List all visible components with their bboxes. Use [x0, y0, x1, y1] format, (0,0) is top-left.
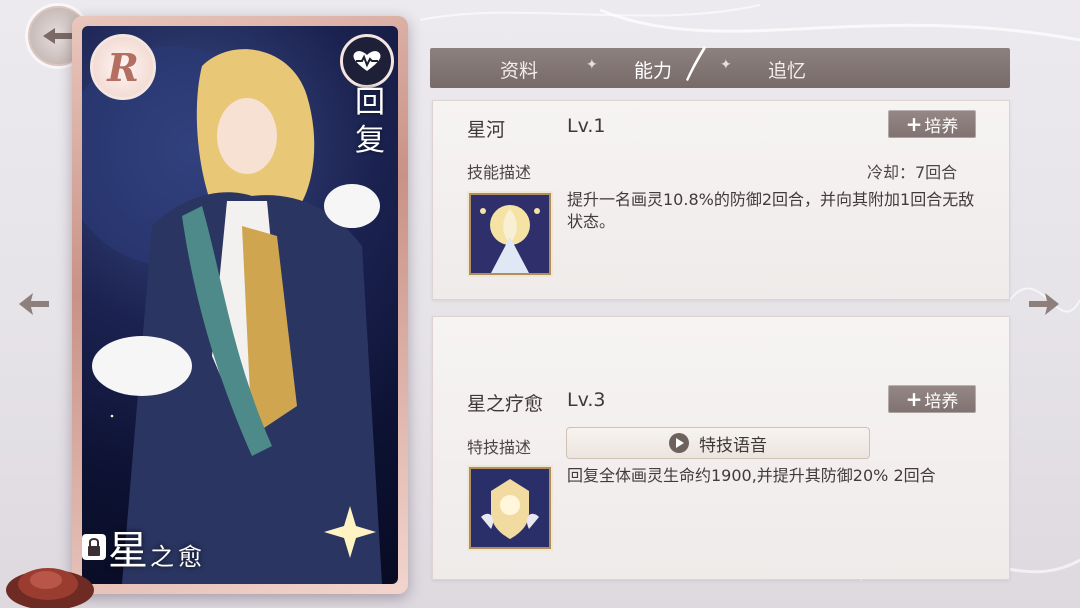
- skill-name: 星河: [467, 119, 506, 141]
- next-card-button[interactable]: [1026, 286, 1062, 322]
- skill-description: 提升一名画灵10.8%的防御2回合，并向其附加1回合无敌状态。: [567, 190, 975, 231]
- plus-icon: +: [905, 112, 923, 136]
- tab-separator: ✦: [720, 57, 732, 73]
- skill-train-button[interactable]: + 培养: [888, 110, 976, 138]
- tab-memories[interactable]: 追忆: [768, 56, 806, 83]
- card-name-part3: 愈: [178, 543, 202, 571]
- skill-panel: 星河 Lv.1 + 培养 技能描述 冷却：7回合 提升一名画灵10.8%的防御2…: [432, 100, 1010, 300]
- tab-separator: ✦: [586, 57, 598, 73]
- tab-bar: 资料 ✦ 能力 ✦ 追忆: [430, 46, 1010, 88]
- card-name-part2: 之: [150, 543, 174, 571]
- special-level: Lv.3: [567, 389, 606, 411]
- special-name: 星之疗愈: [467, 393, 544, 415]
- special-desc-label: 特技描述: [467, 438, 532, 457]
- play-icon: [669, 433, 689, 453]
- skill-desc-label: 技能描述: [467, 163, 532, 182]
- skill-icon: [469, 193, 551, 275]
- special-description: 回复全体画灵生命约1900,并提升其防御20% 2回合: [567, 466, 936, 485]
- skill-train-label: 培养: [924, 116, 959, 137]
- special-train-button[interactable]: + 培养: [888, 385, 976, 413]
- card-name-part1: 星: [108, 528, 148, 574]
- character-card[interactable]: R 回 复 星 之 愈: [72, 16, 408, 594]
- left-arrow-icon: [19, 293, 49, 315]
- role-label: 回 复: [355, 85, 385, 158]
- tab-profile[interactable]: 资料: [500, 56, 538, 83]
- rose-decoration: [6, 568, 94, 608]
- skill-cooldown: 冷却：7回合: [867, 163, 958, 182]
- right-arrow-icon: [1029, 293, 1059, 315]
- plus-icon: +: [905, 387, 923, 411]
- special-skill-icon: [469, 467, 551, 549]
- skill-level: Lv.1: [567, 115, 606, 137]
- special-voice-button[interactable]: 特技语音: [566, 427, 870, 459]
- rarity-badge: R: [90, 34, 156, 100]
- back-arrow-icon: [43, 28, 73, 44]
- special-voice-label: 特技语音: [699, 435, 767, 456]
- tab-ability[interactable]: 能力: [634, 56, 672, 83]
- heartbeat-icon: [340, 34, 394, 88]
- quill-icon: [686, 46, 706, 81]
- prev-card-button[interactable]: [16, 286, 52, 322]
- card-name: 星 之 愈: [108, 526, 204, 574]
- special-train-label: 培养: [924, 391, 959, 412]
